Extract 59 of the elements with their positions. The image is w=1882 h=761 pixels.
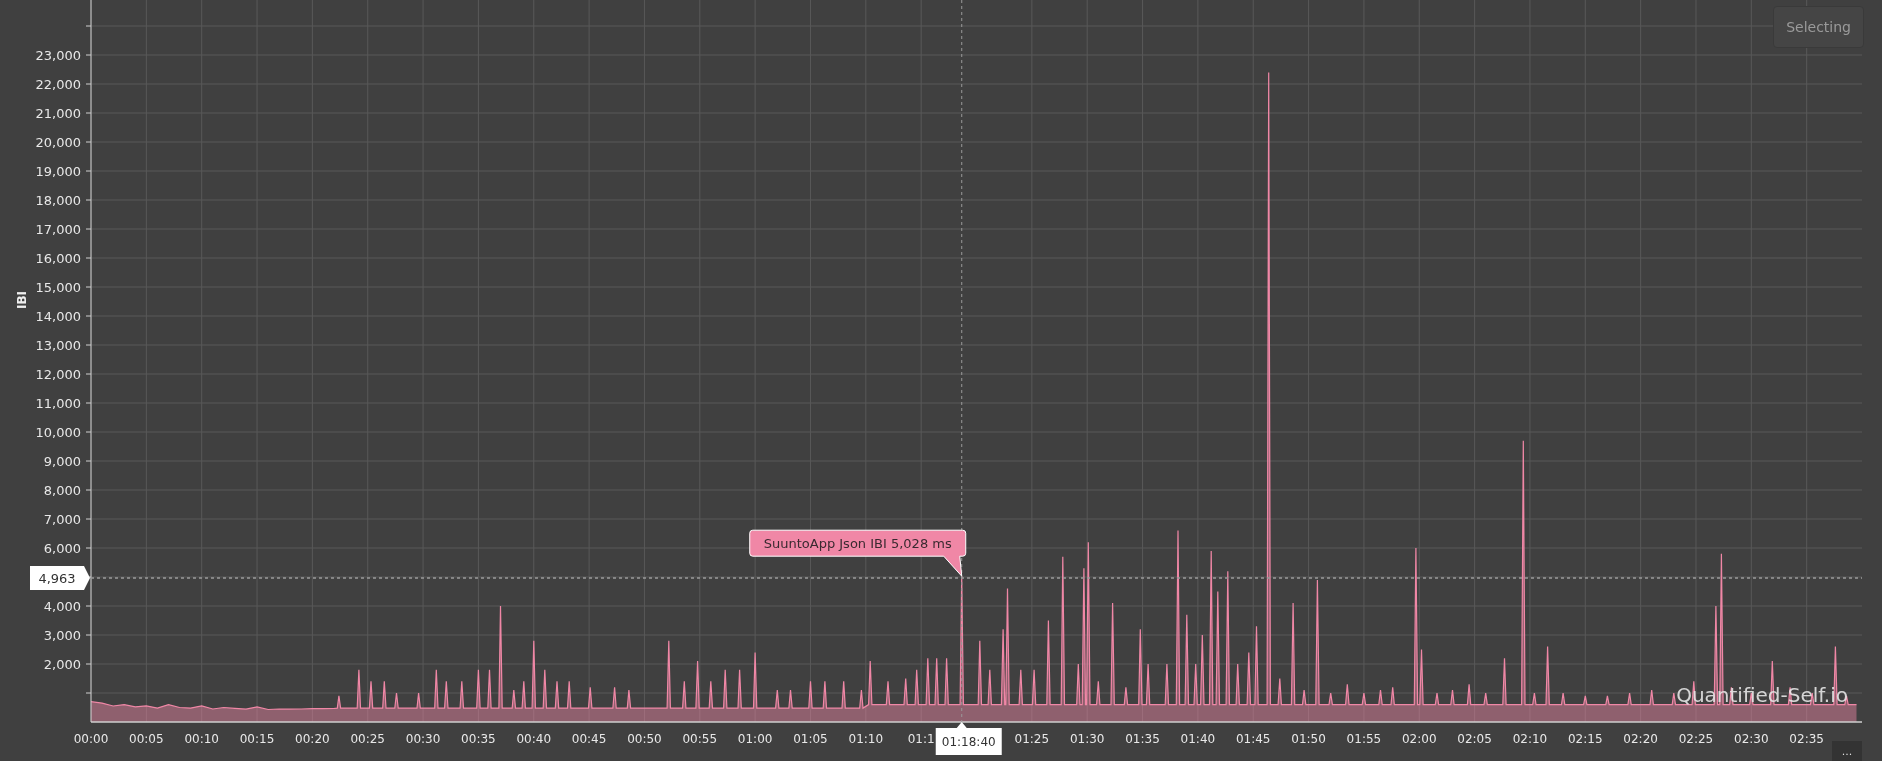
x-tick-label: 00:00 — [73, 732, 109, 746]
x-tick-label: 02:05 — [1457, 732, 1492, 746]
x-tick-label: 01:40 — [1180, 732, 1216, 746]
y-tick-label: 7,000 — [43, 512, 81, 527]
x-tick-label: 00:50 — [627, 732, 662, 746]
x-tick-label: 00:55 — [682, 732, 718, 746]
y-tick-label: 17,000 — [35, 222, 81, 237]
x-tick-label: 02:20 — [1623, 732, 1658, 746]
x-tick-label: 00:25 — [350, 732, 385, 746]
x-tick-label: 00:45 — [571, 732, 607, 746]
ref-line-label: 4,963 — [38, 571, 76, 587]
x-tick-label: 01:55 — [1346, 732, 1382, 746]
x-tick-label: 01:50 — [1291, 732, 1326, 746]
x-tick-label: 00:10 — [184, 732, 219, 746]
x-tick-label: 02:10 — [1512, 732, 1548, 746]
x-tick-label: 00:15 — [239, 732, 275, 746]
x-crosshair-label: 01:18:40 — [935, 722, 1002, 755]
x-tick-label: 02:00 — [1401, 732, 1437, 746]
y-tick-label: 15,000 — [35, 280, 81, 295]
y-tick-label: 3,000 — [43, 628, 81, 643]
x-tick-label: 01:35 — [1125, 732, 1160, 746]
annotation: SuuntoApp Json IBI 5,028 ms — [763, 536, 952, 552]
x-tick-label: 01:10 — [848, 732, 884, 746]
x-tick-label: 01:1 — [907, 732, 935, 746]
y-tick-label: 11,000 — [35, 396, 81, 411]
y-tick-label: 4,000 — [43, 599, 81, 614]
y-tick-label: 8,000 — [43, 483, 81, 498]
y-tick-label: 14,000 — [35, 309, 81, 324]
y-tick-label: 20,000 — [35, 135, 81, 150]
x-tick-label: 01:30 — [1069, 732, 1105, 746]
x-tick-label: 00:20 — [295, 732, 330, 746]
x-tick-label: 00:40 — [516, 732, 552, 746]
y-tick-label: 6,000 — [43, 541, 81, 556]
x-tick-label: 02:35 — [1789, 732, 1824, 746]
y-tick-label: 23,000 — [35, 48, 81, 63]
y-tick-label: 10,000 — [35, 425, 81, 440]
y-axis-title: IBI — [15, 290, 29, 310]
x-tick-label: 00:35 — [461, 732, 496, 746]
x-tick-label: 02:30 — [1734, 732, 1769, 746]
x-tick-label: 01:00 — [737, 732, 773, 746]
y-tick-label: 21,000 — [35, 106, 81, 121]
x-tick-label: 01:25 — [1014, 732, 1050, 746]
y-tick-label: 22,000 — [35, 77, 81, 92]
x-tick-label: 01:45 — [1235, 732, 1271, 746]
y-tick-label: 19,000 — [35, 164, 81, 179]
y-tick-label: 13,000 — [35, 338, 81, 353]
y-crosshair-label: 4,963 — [30, 566, 90, 591]
y-tick-label: 2,000 — [43, 657, 81, 672]
y-tick-label: 16,000 — [35, 251, 81, 266]
data-tooltip: SuuntoApp Json IBI 5,028 ms — [749, 529, 967, 577]
x-tick-label: 00:30 — [405, 732, 441, 746]
x-tick-label: 01:05 — [793, 732, 828, 746]
menu-button[interactable]: ... — [1832, 741, 1862, 761]
x-tick-label: 00:05 — [129, 732, 164, 746]
x-tick-label: 02:25 — [1678, 732, 1714, 746]
y-tick-label: 9,000 — [43, 454, 81, 469]
x-tick-label: 02:15 — [1568, 732, 1603, 746]
y-tick-label: 18,000 — [35, 193, 81, 208]
y-tick-label: 12,000 — [35, 367, 81, 382]
